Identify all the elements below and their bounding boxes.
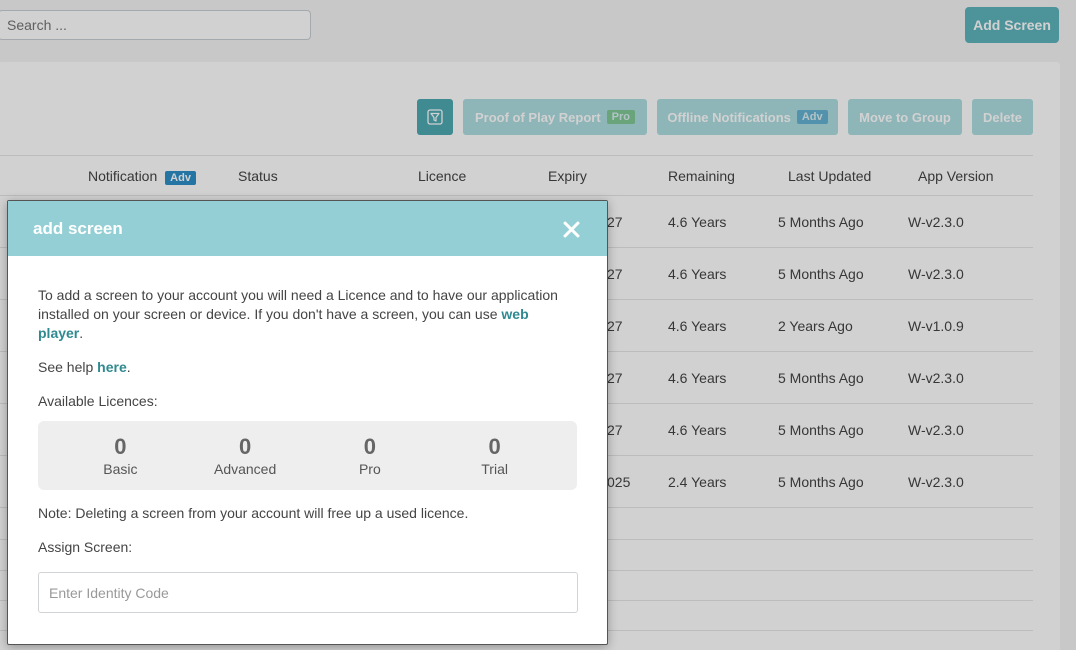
licence-label: Advanced [213,460,277,477]
licence-trial: 0 Trial [440,434,550,478]
licence-count: 0 [239,433,252,459]
help-link[interactable]: here [97,359,127,375]
licence-summary: 0 Basic 0 Advanced 0 Pro 0 Trial [38,421,577,490]
licence-label: Trial [481,460,508,477]
intro-paragraph: To add a screen to your account you will… [38,286,577,343]
licence-count: 0 [363,433,376,459]
available-licences-label: Available Licences: [38,393,158,409]
licence-label: Pro [358,460,381,477]
licence-count: 0 [114,433,127,459]
intro-text: To add a screen to your account you will… [38,287,558,322]
add-screen-modal: add screen To add a screen to your accou… [7,200,608,645]
licence-note: Note: Deleting a screen from your accoun… [38,505,469,521]
help-paragraph: See help here. [38,358,577,377]
intro-end: . [79,325,84,341]
help-prefix: See help [38,359,98,375]
licence-basic: 0 Basic [65,434,175,478]
modal-title: add screen [33,218,123,238]
licence-pro: 0 Pro [315,434,425,478]
licence-count: 0 [488,433,501,459]
licence-advanced: 0 Advanced [190,434,300,478]
help-end: . [126,359,131,375]
close-icon[interactable] [560,218,582,240]
modal-body: To add a screen to your account you will… [8,256,607,613]
assign-screen-label: Assign Screen: [38,539,133,555]
modal-header: add screen [8,201,607,256]
licence-label: Basic [103,460,138,477]
identity-code-input[interactable] [38,572,578,613]
